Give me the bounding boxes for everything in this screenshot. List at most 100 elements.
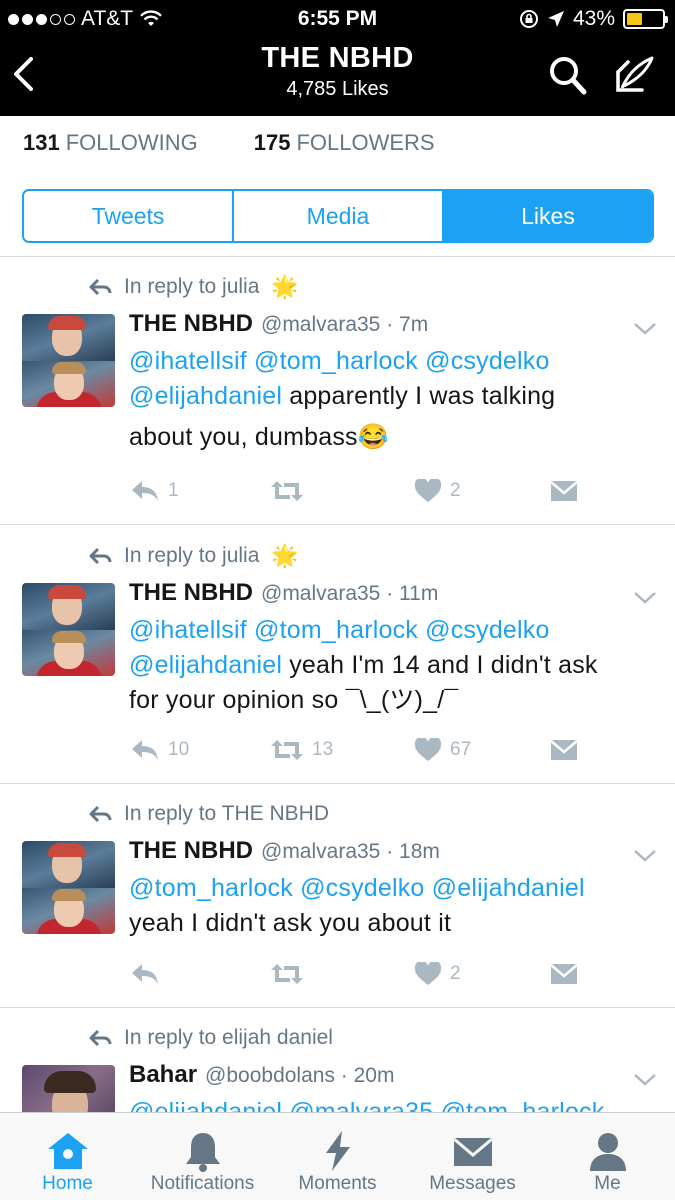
retweet-button[interactable]	[270, 476, 312, 506]
profile-header: AT&T 6:55 PM 43% THE NBHD 4,785 Likes	[0, 0, 675, 116]
divider	[0, 256, 675, 257]
tweet-card[interactable]: In reply to THE NBHD THE NBHD @malvara35…	[0, 799, 675, 1007]
reply-arrow-icon	[89, 1029, 112, 1047]
reply-button[interactable]: 10	[130, 735, 189, 765]
tabbar-notifications[interactable]: Notifications	[135, 1113, 270, 1200]
reply-to-text: In reply to julia	[124, 544, 260, 567]
retweet-icon	[271, 964, 303, 984]
bottom-tab-bar: Home Notifications Moments Messages Me	[0, 1112, 675, 1200]
direct-message-button[interactable]	[550, 476, 578, 506]
reply-context[interactable]: In reply to julia 🌟	[88, 272, 299, 302]
star-emoji: 🌟	[271, 274, 299, 299]
reply-arrow-icon	[89, 547, 112, 565]
author-handle[interactable]: @malvara35 · 18m	[261, 840, 440, 864]
rotation-lock-icon	[519, 10, 538, 28]
tweet-text: @tom_harlock @csydelko @elijahdaniel yea…	[129, 871, 659, 941]
envelope-icon	[452, 1137, 493, 1166]
tweet-card[interactable]: In reply to julia 🌟 THE NBHD @malvara35 …	[0, 272, 675, 524]
envelope-icon	[550, 481, 578, 501]
tweet-header: THE NBHD @malvara35 · 18m	[129, 837, 440, 869]
tweet-actions: 2	[130, 959, 590, 989]
like-button[interactable]: 2	[414, 476, 461, 506]
reply-to-text: In reply to julia	[124, 275, 260, 298]
divider	[0, 524, 675, 525]
bell-icon	[185, 1133, 220, 1172]
following-count[interactable]: 131 FOLLOWING	[23, 130, 198, 156]
avatar[interactable]	[22, 314, 115, 407]
tabbar-messages[interactable]: Messages	[405, 1113, 540, 1200]
reply-context[interactable]: In reply to julia 🌟	[88, 541, 299, 571]
tweet-header: THE NBHD @malvara35 · 7m	[129, 310, 428, 342]
reply-context[interactable]: In reply to THE NBHD	[88, 799, 329, 829]
like-button[interactable]: 2	[414, 959, 461, 989]
profile-tabs: Tweets Media Likes	[22, 189, 654, 243]
lightning-icon	[325, 1131, 350, 1171]
author-handle[interactable]: @malvara35 · 11m	[261, 582, 438, 606]
retweet-icon	[271, 481, 303, 501]
tweet-card[interactable]: In reply to elijah daniel Bahar @boobdol…	[0, 1023, 675, 1112]
tabbar-moments[interactable]: Moments	[270, 1113, 405, 1200]
chevron-down-icon[interactable]	[632, 320, 658, 338]
tabbar-me[interactable]: Me	[540, 1113, 675, 1200]
mentions[interactable]: @elijahdaniel @malvara35 @tom_harlock	[129, 1095, 659, 1112]
reply-to-text: In reply to THE NBHD	[124, 802, 330, 825]
chevron-down-icon[interactable]	[632, 589, 658, 607]
author-handle[interactable]: @boobdolans · 20m	[205, 1064, 394, 1088]
reply-arrow-icon	[89, 278, 112, 296]
star-emoji: 🌟	[271, 543, 299, 568]
chevron-down-icon[interactable]	[632, 847, 658, 865]
followers-count[interactable]: 175 FOLLOWERS	[254, 130, 435, 156]
direct-message-button[interactable]	[550, 735, 578, 765]
envelope-icon	[550, 740, 578, 760]
retweet-button[interactable]	[270, 959, 312, 989]
retweet-button[interactable]: 13	[270, 735, 333, 765]
reply-button[interactable]: 1	[130, 476, 179, 506]
avatar[interactable]	[22, 841, 115, 934]
mentions[interactable]: @tom_harlock @csydelko @elijahdaniel	[129, 871, 659, 906]
mention-elijahdaniel[interactable]: @elijahdaniel	[129, 382, 282, 410]
tab-likes[interactable]: Likes	[444, 191, 652, 241]
author-name[interactable]: THE NBHD	[129, 310, 253, 338]
like-button[interactable]: 67	[414, 735, 471, 765]
tweet-text: @elijahdaniel @malvara35 @tom_harlock	[129, 1095, 659, 1112]
tweet-header: Bahar @boobdolans · 20m	[129, 1061, 394, 1093]
tabbar-home[interactable]: Home	[0, 1113, 135, 1200]
tab-media[interactable]: Media	[234, 191, 444, 241]
mentions[interactable]: @ihatellsif @tom_harlock @csydelko	[129, 613, 659, 648]
status-bar: AT&T 6:55 PM 43%	[0, 0, 675, 38]
reply-icon	[132, 481, 158, 501]
author-handle[interactable]: @malvara35 · 7m	[261, 313, 428, 337]
reply-icon	[132, 740, 158, 760]
tweet-header: THE NBHD @malvara35 · 11m	[129, 579, 438, 611]
search-icon[interactable]	[548, 54, 588, 96]
mention-elijahdaniel[interactable]: @elijahdaniel	[129, 651, 282, 679]
envelope-icon	[550, 964, 578, 984]
tweet-text: @ihatellsif @tom_harlock @csydelko @elij…	[129, 344, 659, 455]
direct-message-button[interactable]	[550, 959, 578, 989]
compose-tweet-icon[interactable]	[612, 54, 656, 96]
battery-percent: 43%	[572, 7, 615, 30]
tweet-card[interactable]: In reply to julia 🌟 THE NBHD @malvara35 …	[0, 541, 675, 783]
status-indicators: 43%	[519, 7, 668, 31]
author-name[interactable]: THE NBHD	[129, 837, 253, 865]
divider	[0, 1007, 675, 1008]
chevron-down-icon[interactable]	[632, 1071, 658, 1089]
reply-context[interactable]: In reply to elijah daniel	[88, 1023, 333, 1053]
avatar[interactable]	[22, 1065, 115, 1112]
tab-tweets[interactable]: Tweets	[24, 191, 234, 241]
author-name[interactable]: THE NBHD	[129, 579, 253, 607]
heart-icon	[414, 962, 442, 985]
mentions[interactable]: @ihatellsif @tom_harlock @csydelko	[129, 344, 659, 379]
divider	[0, 783, 675, 784]
battery-icon	[623, 9, 668, 29]
tweet-actions: 1 2	[130, 476, 590, 506]
tweet-actions: 10 13 67	[130, 735, 590, 765]
avatar[interactable]	[22, 583, 115, 676]
reply-to-text: In reply to elijah daniel	[124, 1026, 333, 1049]
author-name[interactable]: Bahar	[129, 1061, 197, 1089]
tweet-text: @ihatellsif @tom_harlock @csydelko @elij…	[129, 613, 659, 718]
location-arrow-icon	[547, 11, 564, 27]
retweet-icon	[271, 740, 303, 760]
reply-button[interactable]	[130, 959, 168, 989]
reply-arrow-icon	[89, 805, 112, 823]
